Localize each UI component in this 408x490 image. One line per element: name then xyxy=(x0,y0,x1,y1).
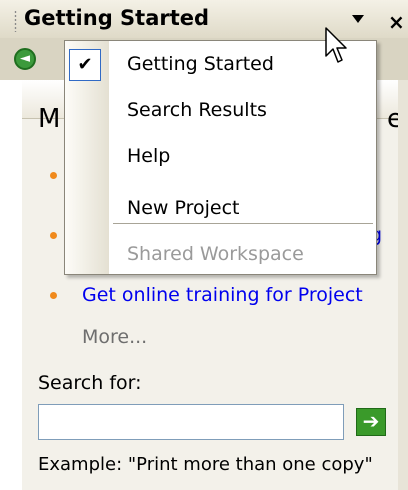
menu-item-search-results[interactable]: Search Results xyxy=(65,91,376,131)
bullet-icon xyxy=(50,292,57,299)
online-training-link[interactable]: Get online training for Project xyxy=(82,284,363,306)
mouse-cursor-icon xyxy=(325,27,347,63)
menu-item-label: Help xyxy=(127,145,171,167)
menu-item-label: Shared Workspace xyxy=(127,243,304,265)
menu-item-label: Search Results xyxy=(127,99,267,121)
pane-title[interactable]: Getting Started xyxy=(24,6,209,30)
section-header-text-left: M xyxy=(38,104,61,134)
menu-item-new-project[interactable]: New Project xyxy=(65,189,376,229)
more-link[interactable]: More... xyxy=(82,326,147,348)
menu-item-shared-workspace: Shared Workspace xyxy=(65,235,376,275)
search-example: Example: "Print more than one copy" xyxy=(38,454,373,475)
drag-grip[interactable] xyxy=(14,10,17,32)
back-arrow-icon[interactable]: ◄ xyxy=(14,48,36,70)
search-input[interactable] xyxy=(38,404,344,440)
menu-item-label: New Project xyxy=(127,197,240,219)
task-pane-dropdown-menu: ✔ Getting Started Search Results Help Ne… xyxy=(64,40,377,275)
dropdown-arrow-icon[interactable] xyxy=(352,15,364,23)
bullet-icon xyxy=(50,232,57,239)
go-arrow-icon[interactable]: ➔ xyxy=(356,408,386,436)
menu-item-label: Getting Started xyxy=(127,53,274,75)
search-label: Search for: xyxy=(38,372,142,394)
scrollbar[interactable] xyxy=(398,80,408,490)
bullet-icon xyxy=(50,172,57,179)
check-icon: ✔ xyxy=(69,49,101,81)
menu-item-help[interactable]: Help xyxy=(65,137,376,177)
close-icon[interactable]: × xyxy=(388,10,405,34)
